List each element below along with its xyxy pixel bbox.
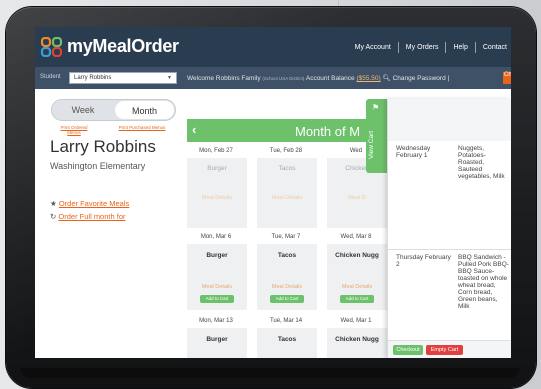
nav-separator (397, 42, 399, 53)
account-balance[interactable]: ($55.50) (356, 75, 380, 82)
student-select-value: Larry Robbins (74, 75, 112, 81)
cart-item-meals: BBQ Sandwich - Pulled Pork BBQ- BBQ Sauc… (458, 254, 509, 310)
nav-my-orders[interactable]: My Orders (406, 44, 439, 51)
view-toggle: Week Month (51, 99, 176, 121)
nav-contact[interactable]: Contact (483, 44, 507, 51)
welcome-text: Welcome Robbins Family (School USA Distr… (187, 74, 449, 82)
calendar-title: Month of M (295, 124, 361, 139)
district-name: (School USA District) (262, 76, 305, 81)
meal-details-link[interactable]: Meal Details (327, 284, 387, 290)
cart-panel: Wednesday February 1 Nuggets, Potatoes- … (387, 99, 511, 358)
print-ordered-menus-link[interactable]: Print Ordered Menus (60, 125, 88, 135)
student-panel: Week Month Print Ordered Menus Print Pur… (35, 89, 187, 358)
meal-name: Tacos (278, 165, 296, 172)
meal-details-link[interactable]: Meal Details (187, 284, 247, 290)
meal-name: Burger (206, 252, 228, 259)
day-cell (187, 328, 247, 358)
day-cell (327, 328, 387, 358)
meal-name: Chicken Nugg (335, 252, 379, 259)
nav-separator (445, 42, 447, 53)
month-toggle[interactable]: Month (115, 101, 174, 119)
bar-separator: | (447, 75, 450, 82)
nav-help[interactable]: Help (453, 44, 467, 51)
student-select[interactable]: Larry Robbins ▼ (69, 72, 177, 84)
print-purchased-menus-link[interactable]: Print Purchased Menus (109, 125, 175, 130)
day-cell (257, 328, 317, 358)
dropdown-caret-icon: ▼ (167, 75, 172, 81)
add-to-cart-button[interactable]: Add to Cart (270, 295, 304, 303)
student-label: Student (40, 74, 61, 80)
balance-label: Account Balance (305, 75, 355, 82)
nav-separator (474, 42, 476, 53)
app-logo-text[interactable]: myMealOrder (67, 36, 179, 57)
app-header: myMealOrder My Account My Orders Help Co… (35, 27, 511, 67)
cart-item-day: Wednesday February 1 (396, 145, 431, 159)
day-date: Mon, Mar 6 (200, 234, 232, 240)
cart-divider (388, 249, 511, 250)
flag-icon: ⚑ (372, 103, 380, 112)
add-to-cart-button[interactable]: Add to Cart (340, 295, 374, 303)
day-date: Tue, Mar 7 (271, 234, 301, 240)
orange-tab[interactable]: Ch (503, 72, 511, 84)
account-bar: Student Larry Robbins ▼ Welcome Robbins … (35, 67, 511, 89)
day-date: Tue, Mar 14 (269, 318, 303, 324)
day-date: Mon, Feb 27 (199, 148, 233, 154)
meal-name: Tacos (277, 252, 297, 259)
order-month-row: ↻ Order Full month for (50, 212, 126, 221)
refresh-icon: ↻ (50, 212, 57, 221)
order-favorite-link[interactable]: Order Favorite Meals (59, 199, 129, 208)
nav-my-account[interactable]: My Account (355, 44, 391, 51)
change-password-link[interactable]: Change Password (393, 75, 446, 82)
tablet-bottom-edge (20, 368, 520, 378)
empty-cart-button[interactable]: Empty Cart (426, 345, 463, 355)
order-favorite-row: ★ Order Favorite Meals (50, 199, 129, 208)
add-to-cart-button[interactable]: Add to Cart (200, 295, 234, 303)
order-full-month-link[interactable]: Order Full month for (58, 212, 125, 221)
prev-month-chevron-icon[interactable]: ‹ (192, 122, 196, 137)
view-cart-tab[interactable]: ⚑ View Cart (366, 99, 387, 173)
view-cart-label: View Cart (368, 130, 375, 159)
meal-details-link[interactable]: Meal Details (187, 195, 247, 201)
meal-name: Chicken Nugg (335, 336, 379, 343)
cart-header (388, 99, 511, 141)
meal-name: Burger (207, 165, 227, 172)
cart-item-meals: Nuggets, Potatoes- Roasted, Sauteed vege… (458, 145, 505, 180)
star-icon: ★ (50, 199, 57, 208)
day-date: Wed, Mar 1 (340, 318, 372, 324)
week-toggle[interactable]: Week (52, 100, 114, 120)
top-nav: My Account My Orders Help Contact (355, 42, 507, 53)
day-date: Tue, Feb 28 (269, 148, 303, 154)
meal-details-link[interactable]: Meal Details (257, 195, 317, 201)
day-date: Wed, Mar 8 (340, 234, 372, 240)
student-name: Larry Robbins (50, 137, 156, 156)
checkout-button[interactable]: Checkout (393, 345, 423, 355)
meal-details-link[interactable]: Meal D (327, 195, 387, 201)
day-date: Mon, Mar 13 (199, 318, 233, 324)
meal-name: Tacos (277, 336, 297, 343)
cart-item-day: Thursday February 2 (396, 254, 451, 268)
logo-icon (41, 37, 63, 57)
meal-name: Burger (206, 336, 228, 343)
school-name: Washington Elementary (50, 161, 146, 171)
cart-footer: Checkout Empty Cart (388, 340, 511, 358)
meal-details-link[interactable]: Meal Details (257, 284, 317, 290)
key-icon: 🔍︎ (382, 75, 391, 82)
welcome-message: Welcome Robbins Family (187, 75, 261, 82)
tablet-screen: myMealOrder My Account My Orders Help Co… (35, 27, 511, 358)
